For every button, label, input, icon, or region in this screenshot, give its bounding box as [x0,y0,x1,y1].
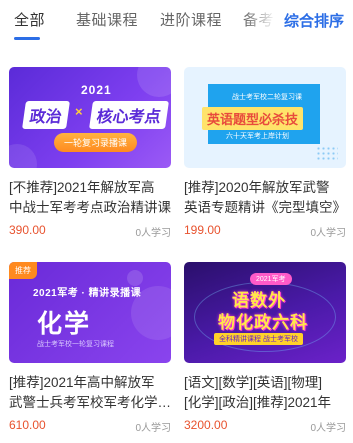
course-price: 3200.00 [184,418,228,432]
course-title[interactable]: [推荐]2021年高中解放军 武警士兵考军校军考化学精讲 [9,373,171,413]
course-price: 199.00 [184,223,221,237]
course-price: 390.00 [9,223,46,237]
course-thumbnail[interactable]: 2021 政治 × 核心考点 一轮复习录播课 [9,67,171,168]
thumb-subtitle: 2021军考 · 精讲录播课 [33,288,142,299]
thumb-topic: 核心考点 [89,101,169,129]
tab-advanced-courses[interactable]: 进阶课程 [160,9,222,30]
decor-circle [137,67,171,97]
student-count: 0人学习 [135,423,171,434]
thumb-subtitle: 战士考军校二轮复习课 [232,94,302,101]
student-count: 0人学习 [310,228,346,239]
course-thumbnail[interactable]: 推荐 2021军考 · 精讲录播课 化学 战士考军校一轮复习课程 [9,262,171,363]
thumb-caption: 全科精讲课程 战士考军校 [214,333,303,345]
decor-dots [316,146,338,160]
active-tab-indicator [14,37,40,40]
thumb-label: 一轮复习录播课 [54,133,138,152]
recommend-badge: 推荐 [9,262,37,279]
thumb-year: 2021 [81,83,112,97]
tab-basic-courses[interactable]: 基础课程 [76,9,138,30]
course-price: 610.00 [9,418,46,432]
course-title[interactable]: [推荐]2020年解放军武警 英语专题精讲《完型填空》 [184,178,346,218]
thumb-times-sign: × [75,104,83,119]
thumb-caption: 战士考军校一轮复习课程 [37,341,114,348]
course-title[interactable]: [语文][数学][英语][物理] [化学][政治][推荐]2021年 [184,373,346,413]
thumb-caption: 六十天军考上岸计划 [226,133,289,140]
thumb-year: 2021军考 [250,273,292,285]
sort-button[interactable]: 综合排序 [284,10,344,31]
student-count: 0人学习 [135,228,171,239]
course-thumbnail[interactable]: 战士考军校二轮复习课 英语题型必杀技 六十天军考上岸计划 [184,67,346,168]
student-count: 0人学习 [310,423,346,434]
category-tabs: 全部 基础课程 进阶课程 备考 [0,0,280,44]
decor-circle [9,144,37,168]
tab-bar: 全部 基础课程 进阶课程 备考 综合排序 [0,0,353,44]
tab-fade-overlay [243,0,283,44]
thumb-subject: 政治 [22,101,70,129]
thumb-subject: 化学 [37,310,92,338]
thumb-headline: 英语题型必杀技 [202,107,304,130]
tab-all[interactable]: 全部 [14,9,45,30]
thumb-headline-2: 物化政六科 [218,313,308,332]
course-thumbnail[interactable]: 2021军考 语数外 物化政六科 全科精讲课程 战士考军校 [184,262,346,363]
course-title[interactable]: [不推荐]2021年解放军高 中战士军考考点政治精讲课 [9,178,171,218]
